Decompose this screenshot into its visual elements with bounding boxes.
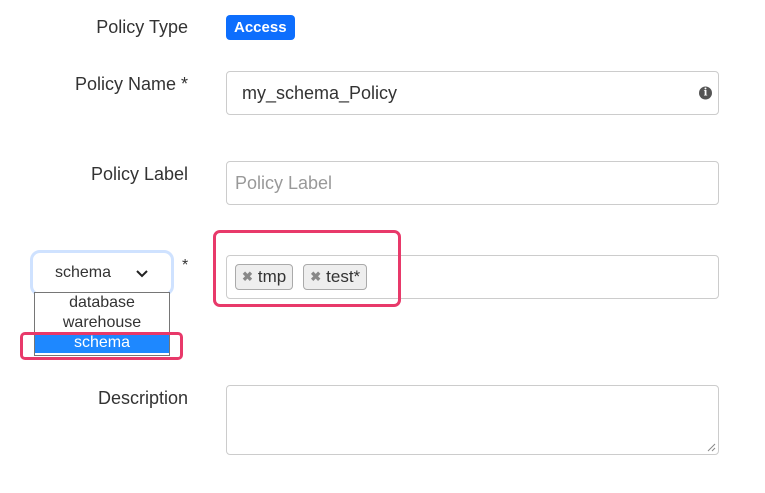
policy-name-value: my_schema_Policy bbox=[242, 82, 398, 103]
policy-name-label: Policy Name * bbox=[74, 74, 188, 94]
info-icon: i bbox=[699, 86, 712, 100]
description-textarea[interactable] bbox=[226, 385, 719, 455]
chevron-down-icon bbox=[136, 270, 148, 278]
resource-type-selected: schema bbox=[54, 264, 112, 281]
option-database[interactable]: database bbox=[35, 293, 169, 313]
policy-name-input[interactable]: my_schema_Policy i bbox=[226, 71, 719, 115]
description-label: Description bbox=[97, 388, 188, 408]
policy-label-input[interactable]: Policy Label bbox=[226, 161, 719, 205]
policy-type-badge: Access bbox=[226, 15, 295, 40]
policy-type-label: Policy Type bbox=[96, 17, 188, 37]
required-mark: * bbox=[182, 257, 189, 274]
highlight-box-option bbox=[20, 332, 183, 360]
policy-label-placeholder: Policy Label bbox=[235, 172, 333, 193]
option-warehouse[interactable]: warehouse bbox=[35, 313, 169, 333]
highlight-box-tags bbox=[213, 230, 401, 307]
policy-label-label: Policy Label bbox=[90, 164, 188, 184]
resource-type-select[interactable]: schema bbox=[30, 250, 174, 296]
resize-handle-icon[interactable] bbox=[706, 442, 716, 452]
